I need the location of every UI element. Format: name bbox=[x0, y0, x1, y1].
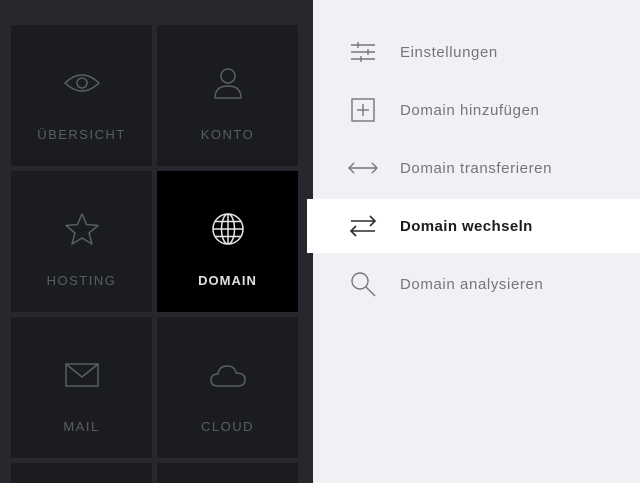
star-icon bbox=[64, 211, 100, 247]
menu-item-label: Domain transferieren bbox=[400, 159, 553, 177]
tile-label: DOMAIN bbox=[198, 273, 257, 288]
tile-partial[interactable] bbox=[11, 463, 152, 483]
domain-submenu: Einstellungen Domain hinzufügen Domain t… bbox=[307, 0, 640, 483]
cloud-icon bbox=[209, 357, 247, 393]
tile-uebersicht[interactable]: ÜBERSICHT bbox=[11, 25, 152, 166]
tile-label: HOSTING bbox=[46, 273, 117, 288]
menu-item-domain-analysieren[interactable]: Domain analysieren bbox=[307, 257, 640, 311]
tile-label: CLOUD bbox=[200, 419, 254, 434]
menu-item-label: Domain analysieren bbox=[400, 275, 544, 293]
tile-label: ÜBERSICHT bbox=[37, 127, 126, 142]
tile-mail[interactable]: MAIL bbox=[11, 317, 152, 458]
tile-konto[interactable]: KONTO bbox=[157, 25, 298, 166]
tile-partial[interactable] bbox=[157, 463, 298, 483]
menu-item-label: Domain hinzufügen bbox=[400, 101, 540, 119]
menu-item-domain-transferieren[interactable]: Domain transferieren bbox=[307, 141, 640, 195]
user-icon bbox=[213, 65, 243, 101]
tile-label: KONTO bbox=[200, 127, 255, 142]
eye-icon bbox=[63, 65, 101, 101]
menu-item-domain-hinzufuegen[interactable]: Domain hinzufügen bbox=[307, 83, 640, 137]
tile-label: MAIL bbox=[63, 419, 100, 434]
tile-domain[interactable]: DOMAIN bbox=[157, 171, 298, 312]
menu-item-einstellungen[interactable]: Einstellungen bbox=[307, 25, 640, 79]
menu-item-label: Einstellungen bbox=[400, 43, 498, 61]
sliders-icon bbox=[347, 37, 379, 67]
envelope-icon bbox=[64, 357, 100, 393]
tile-cloud[interactable]: CLOUD bbox=[157, 317, 298, 458]
double-arrow-icon bbox=[347, 153, 379, 183]
search-icon bbox=[347, 269, 379, 299]
main-navigation-grid: ÜBERSICHT KONTO HOSTING DOMAIN MAIL CLOU… bbox=[0, 0, 313, 483]
tile-hosting[interactable]: HOSTING bbox=[11, 171, 152, 312]
menu-item-domain-wechseln[interactable]: Domain wechseln bbox=[307, 199, 640, 253]
swap-arrows-icon bbox=[347, 211, 379, 241]
globe-icon bbox=[211, 211, 245, 247]
menu-item-label: Domain wechseln bbox=[400, 217, 533, 235]
plus-box-icon bbox=[347, 95, 379, 125]
